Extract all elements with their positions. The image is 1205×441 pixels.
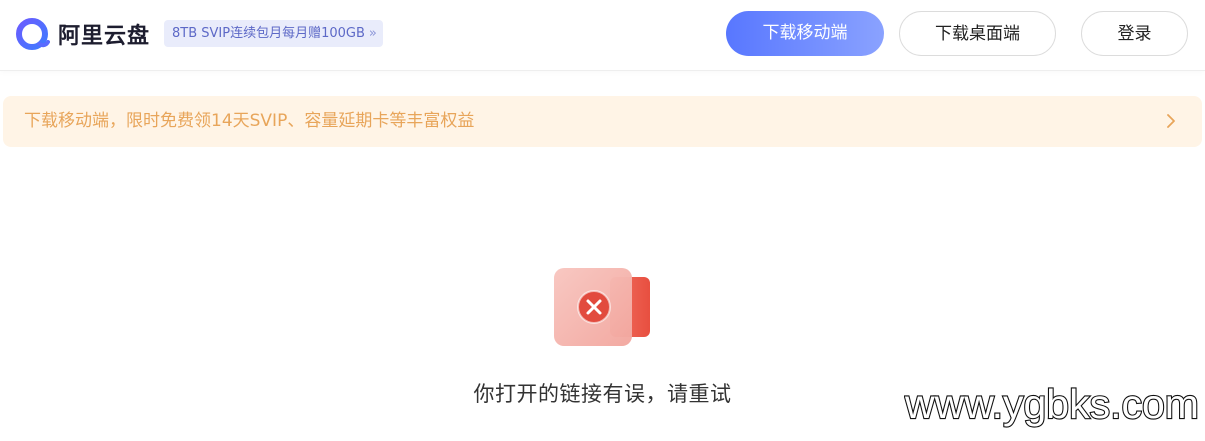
logo-text: 阿里云盘: [58, 24, 151, 49]
top-header: 阿里云盘 8TB SVIP连续包月每月赠100GB » 下载移动端 下载桌面端 …: [0, 0, 1205, 70]
broken-link-error-illustration: [554, 268, 650, 346]
logo[interactable]: 阿里云盘: [14, 16, 174, 52]
aliyun-drive-logo-icon: [16, 18, 50, 50]
page: 阿里云盘 8TB SVIP连续包月每月赠100GB » 下载移动端 下载桌面端 …: [0, 0, 1205, 441]
chevron-right-icon: [1167, 114, 1175, 128]
promo-notice-banner[interactable]: 下载移动端，限时免费领14天SVIP、容量延期卡等丰富权益: [3, 96, 1202, 147]
double-chevron-right-icon: »: [368, 26, 377, 41]
download-mobile-button[interactable]: 下载移动端: [726, 11, 884, 56]
notice-text: 下载移动端，限时免费领14天SVIP、容量延期卡等丰富权益: [24, 111, 475, 131]
login-button[interactable]: 登录: [1081, 11, 1188, 56]
site-watermark: www.ygbks.com: [904, 380, 1200, 428]
svip-promo-badge[interactable]: 8TB SVIP连续包月每月赠100GB »: [164, 20, 383, 47]
promo-badge-text: 8TB SVIP连续包月每月赠100GB: [172, 26, 365, 41]
download-desktop-button[interactable]: 下载桌面端: [899, 11, 1056, 56]
watermark-text: www.ygbks.com: [904, 381, 1199, 427]
